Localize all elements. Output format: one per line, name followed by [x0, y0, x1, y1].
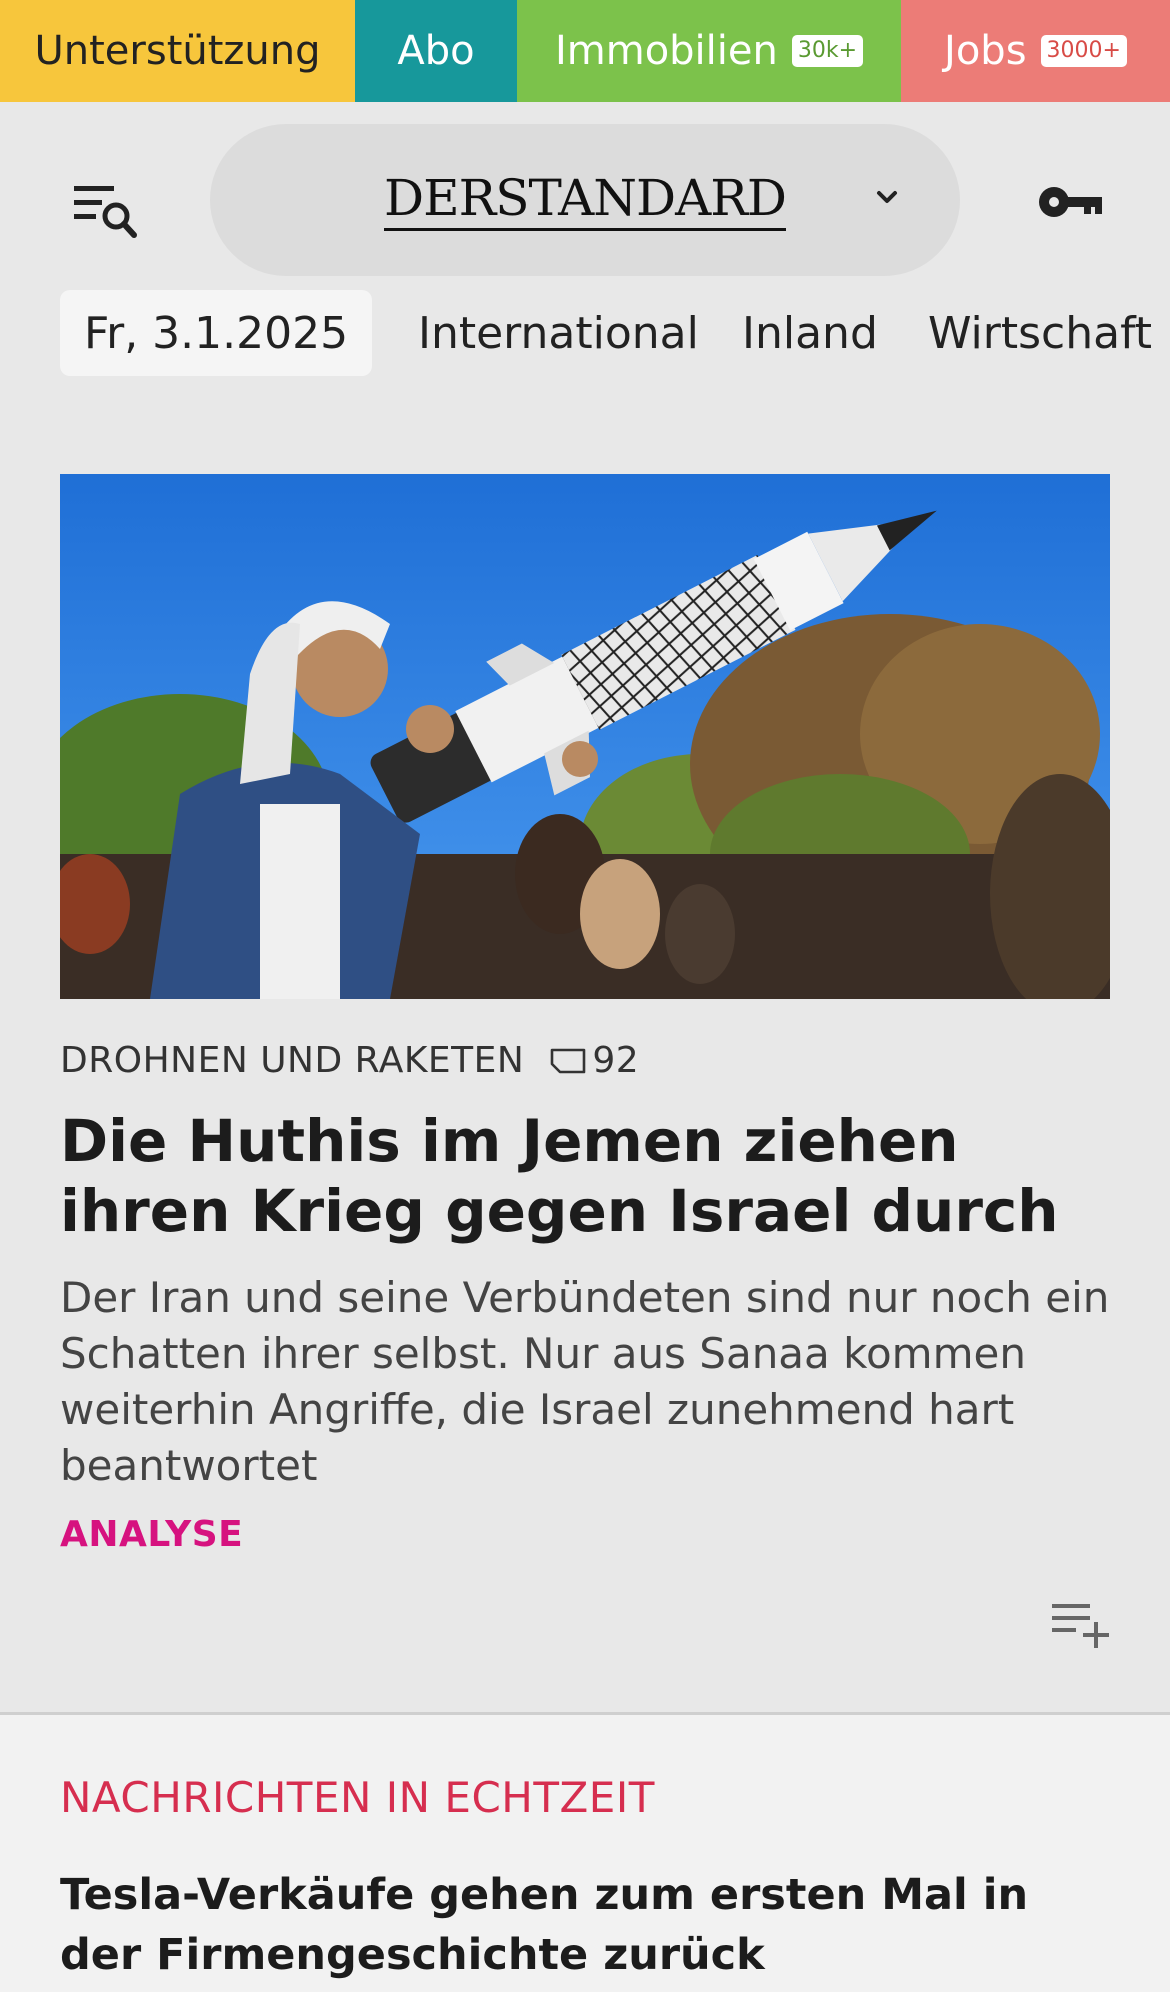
live-news-title[interactable]: NACHRICHTEN IN ECHTZEIT [60, 1773, 655, 1822]
jobs-tab[interactable]: Jobs 3000+ [901, 0, 1170, 102]
site-header: DERSTANDARD [0, 102, 1170, 290]
top-service-bar: Unterstützung Abo Immobilien 30k+ Jobs 3… [0, 0, 1170, 102]
edition-switcher[interactable]: DERSTANDARD [210, 124, 960, 276]
immobilien-count-badge: 30k+ [791, 35, 864, 67]
hero-headline[interactable]: Die Huthis im Jemen ziehen ihren Krieg g… [60, 1106, 1120, 1246]
comment-count[interactable]: 92 [592, 1040, 639, 1081]
playlist-add-icon [1052, 1604, 1109, 1648]
immobilien-tab-label: Immobilien [554, 28, 778, 74]
abo-tab-label: Abo [397, 28, 475, 74]
hero-kicker-row: DROHNEN UND RAKETEN 92 [60, 1040, 639, 1081]
hero-article-image[interactable] [60, 474, 1110, 999]
login-button[interactable] [1036, 182, 1106, 222]
hero-photo [60, 474, 1110, 999]
menu-search-icon [74, 186, 137, 238]
date-label: Fr, 3.1.2025 [84, 307, 349, 359]
live-news-headline[interactable]: Tesla-Verkäufe gehen zum ersten Mal in d… [60, 1865, 1120, 1985]
article-type-label: ANALYSE [60, 1514, 244, 1555]
live-news-section: NACHRICHTEN IN ECHTZEIT Tesla-Verkäufe g… [0, 1712, 1170, 1992]
nav-item-wirtschaft[interactable]: Wirtschaft [928, 308, 1152, 359]
date-chip[interactable]: Fr, 3.1.2025 [60, 290, 373, 376]
menu-search-button[interactable] [72, 180, 138, 240]
jobs-tab-label: Jobs [944, 28, 1027, 74]
nav-item-international[interactable]: International [418, 308, 699, 359]
add-to-reading-list-button[interactable] [1050, 1600, 1112, 1648]
jobs-count-badge: 3000+ [1040, 35, 1127, 67]
site-logo[interactable]: DERSTANDARD [384, 170, 787, 231]
hero-kicker[interactable]: DROHNEN UND RAKETEN [60, 1040, 524, 1081]
hero-teaser[interactable]: Der Iran und seine Verbündeten sind nur … [60, 1270, 1120, 1494]
support-tab[interactable]: Unterstützung [0, 0, 355, 102]
support-tab-label: Unterstützung [34, 28, 321, 74]
nav-item-inland[interactable]: Inland [742, 308, 878, 359]
chevron-down-icon [877, 191, 897, 203]
comment-icon [551, 1048, 586, 1073]
key-icon [1039, 187, 1102, 217]
abo-tab[interactable]: Abo [355, 0, 517, 102]
section-nav: Fr, 3.1.2025 International Inland Wirtsc… [0, 290, 1170, 398]
immobilien-tab[interactable]: Immobilien 30k+ [517, 0, 901, 102]
